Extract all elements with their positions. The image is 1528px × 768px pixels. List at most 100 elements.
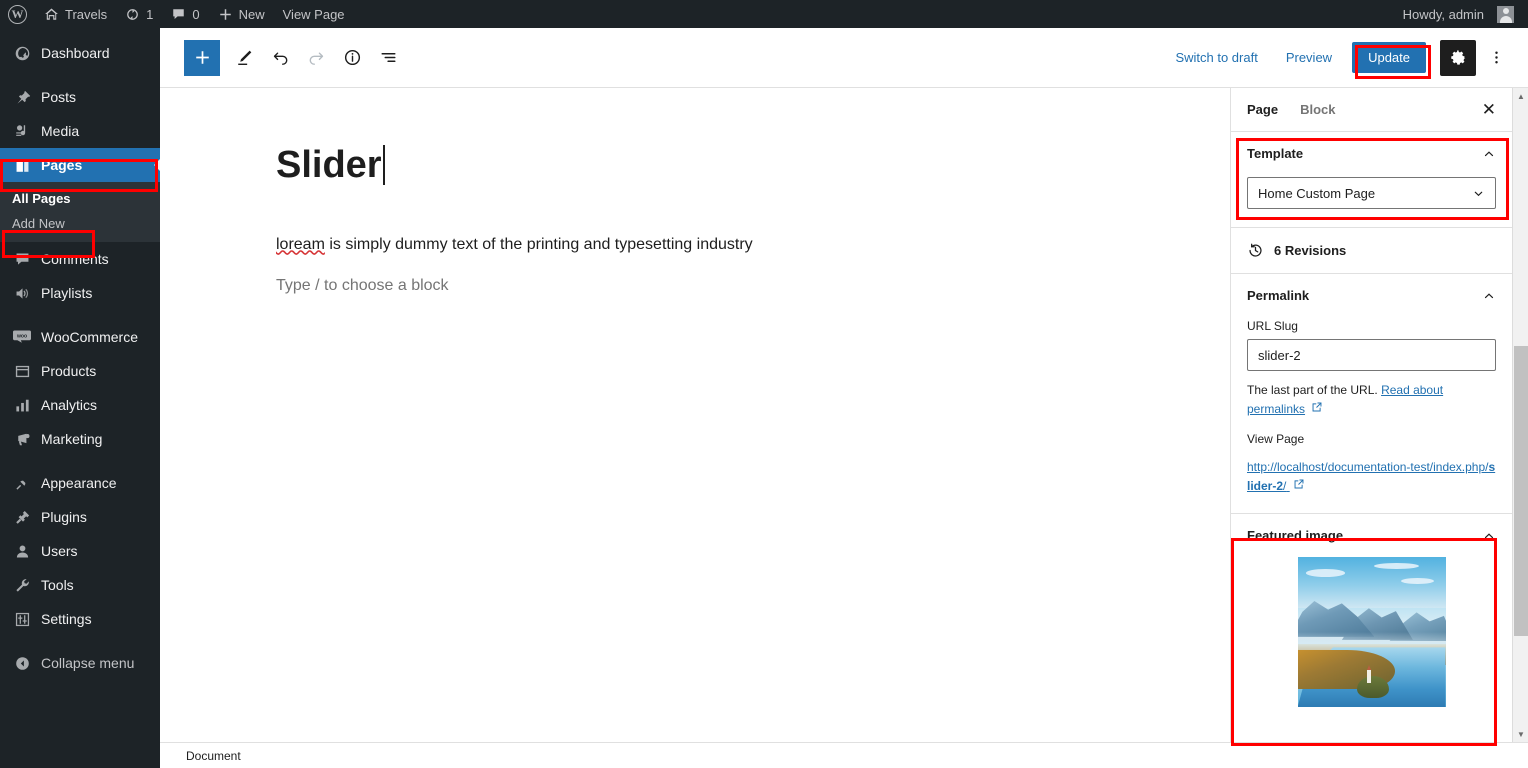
paragraph-text: is simply dummy text of the printing and… [324, 235, 753, 253]
sidebar-item-pages[interactable]: Pages [0, 148, 160, 182]
preview-button[interactable]: Preview [1274, 42, 1344, 73]
home-icon [44, 7, 59, 22]
account-menu[interactable]: Howdy, admin [1394, 0, 1528, 28]
permalink-panel-header[interactable]: Permalink [1247, 288, 1496, 303]
paragraph-block[interactable]: loream is simply dummy text of the print… [276, 232, 1230, 258]
featured-image-panel-header[interactable]: Featured image [1247, 528, 1496, 543]
permalink-url-link[interactable]: http://localhost/documentation-test/inde… [1247, 458, 1496, 495]
church-tower-shape [1366, 665, 1372, 684]
paintbrush-icon [12, 475, 32, 492]
sidebar-item-media[interactable]: Media [0, 114, 160, 148]
featured-image-wrapper [1247, 557, 1496, 708]
comment-icon [12, 251, 32, 268]
new-content-menu[interactable]: New [209, 0, 274, 28]
sidebar-item-products[interactable]: Products [0, 354, 160, 388]
page-title-field[interactable]: Slider [276, 143, 385, 189]
sidebar-label: Settings [41, 611, 92, 627]
revisions-panel[interactable]: 6 Revisions [1231, 228, 1512, 274]
add-block-button[interactable] [184, 39, 220, 76]
sidebar-label: Playlists [41, 285, 93, 301]
tab-block[interactable]: Block [1300, 102, 1335, 117]
sidebar-label: Analytics [41, 397, 98, 413]
sidebar-item-plugins[interactable]: Plugins [0, 500, 160, 534]
view-page-link[interactable]: View Page [274, 0, 354, 28]
undo-button[interactable] [262, 40, 298, 76]
media-icon [12, 123, 32, 140]
breadcrumb[interactable]: Document [186, 749, 241, 763]
site-name-label: Travels [65, 6, 108, 22]
chevron-up-icon [1482, 529, 1496, 543]
sidebar-item-woocommerce[interactable]: woo WooCommerce [0, 320, 160, 354]
revisions-label: 6 Revisions [1274, 243, 1347, 258]
url-slug-input[interactable] [1247, 339, 1496, 371]
sidebar-item-settings[interactable]: Settings [0, 602, 160, 636]
sidebar-label: Appearance [41, 475, 117, 491]
account-greeting: Howdy, admin [1402, 6, 1484, 22]
sidebar-item-tools[interactable]: Tools [0, 568, 160, 602]
sidebar-item-comments[interactable]: Comments [0, 242, 160, 276]
site-name-menu[interactable]: Travels [35, 0, 116, 28]
chevron-down-icon [1472, 187, 1485, 200]
sidebar-item-appearance[interactable]: Appearance [0, 466, 160, 500]
settings-gear-button[interactable] [1440, 39, 1476, 76]
permalink-heading: Permalink [1247, 288, 1310, 303]
helper-prefix: The last part of the URL. [1247, 383, 1382, 397]
view-page-label: View Page [1247, 432, 1305, 447]
sidebar-item-dashboard[interactable]: Dashboard [0, 36, 160, 70]
revisions-row[interactable]: 6 Revisions [1247, 242, 1496, 259]
wordpress-logo-menu[interactable] [0, 0, 35, 28]
scroll-down-arrow-icon[interactable]: ▼ [1513, 726, 1528, 742]
chevron-up-icon [1482, 147, 1496, 161]
admin-bar: Travels 1 0 New View Page Howd [0, 0, 1528, 28]
sidebar-item-add-new[interactable]: Add New [0, 211, 160, 236]
sidebar-item-posts[interactable]: Posts [0, 80, 160, 114]
comments-menu[interactable]: 0 [162, 0, 208, 28]
collapse-menu-label: Collapse menu [41, 655, 135, 671]
sidebar-label: Products [41, 363, 97, 379]
sidebar-item-users[interactable]: Users [0, 534, 160, 568]
document-info-button[interactable] [334, 40, 370, 76]
template-panel-header[interactable]: Template [1247, 146, 1496, 161]
editor-header: Switch to draft Preview Update [160, 28, 1528, 88]
sidebar-label: Pages [41, 157, 83, 173]
settings-sidebar: Page Block ✕ Template Home Custom Page 6… [1230, 88, 1512, 742]
collapse-arrow-icon [12, 655, 32, 672]
sidebar-item-playlists[interactable]: Playlists [0, 276, 160, 310]
template-select[interactable]: Home Custom Page [1247, 177, 1496, 209]
update-button[interactable]: Update [1352, 42, 1426, 73]
sliders-icon [12, 611, 32, 628]
cloud-shape [1306, 569, 1345, 577]
editor-canvas[interactable]: Slider loream is simply dummy text of th… [160, 88, 1230, 742]
scrollbar-thumb[interactable] [1514, 346, 1528, 636]
list-view-button[interactable] [370, 40, 406, 76]
sidebar-label: Plugins [41, 509, 87, 525]
sidebar-item-marketing[interactable]: Marketing [0, 422, 160, 456]
switch-to-draft-button[interactable]: Switch to draft [1163, 42, 1269, 73]
edit-tool-button[interactable] [226, 40, 262, 76]
tab-page[interactable]: Page [1247, 102, 1278, 117]
empty-block-placeholder[interactable]: Type / to choose a block [276, 273, 1230, 299]
text-cursor [382, 145, 385, 185]
more-options-button[interactable] [1480, 40, 1512, 76]
template-heading: Template [1247, 146, 1304, 161]
updates-menu[interactable]: 1 [116, 0, 162, 28]
revision-clock-icon [1247, 242, 1264, 259]
speaker-icon [12, 285, 32, 302]
pages-submenu: All Pages Add New [0, 182, 160, 242]
redo-button[interactable] [298, 40, 334, 76]
dashboard-icon [12, 45, 32, 62]
collapse-menu-button[interactable]: Collapse menu [0, 646, 160, 680]
url-suffix: / [1283, 478, 1287, 493]
submenu-label: All Pages [12, 191, 71, 206]
scroll-up-arrow-icon[interactable]: ▲ [1513, 88, 1528, 104]
featured-image-thumbnail[interactable] [1297, 557, 1446, 708]
page-title-text: Slider [276, 144, 382, 186]
sidebar-item-analytics[interactable]: Analytics [0, 388, 160, 422]
close-settings-icon[interactable]: ✕ [1482, 101, 1496, 118]
svg-text:woo: woo [16, 333, 27, 339]
settings-scrollbar[interactable]: ▲ ▼ [1512, 88, 1528, 742]
woocommerce-icon: woo [12, 329, 32, 345]
sidebar-item-all-pages[interactable]: All Pages [0, 186, 160, 211]
sidebar-label: Media [41, 123, 80, 139]
editor-header-actions: Switch to draft Preview Update [1163, 39, 1512, 76]
